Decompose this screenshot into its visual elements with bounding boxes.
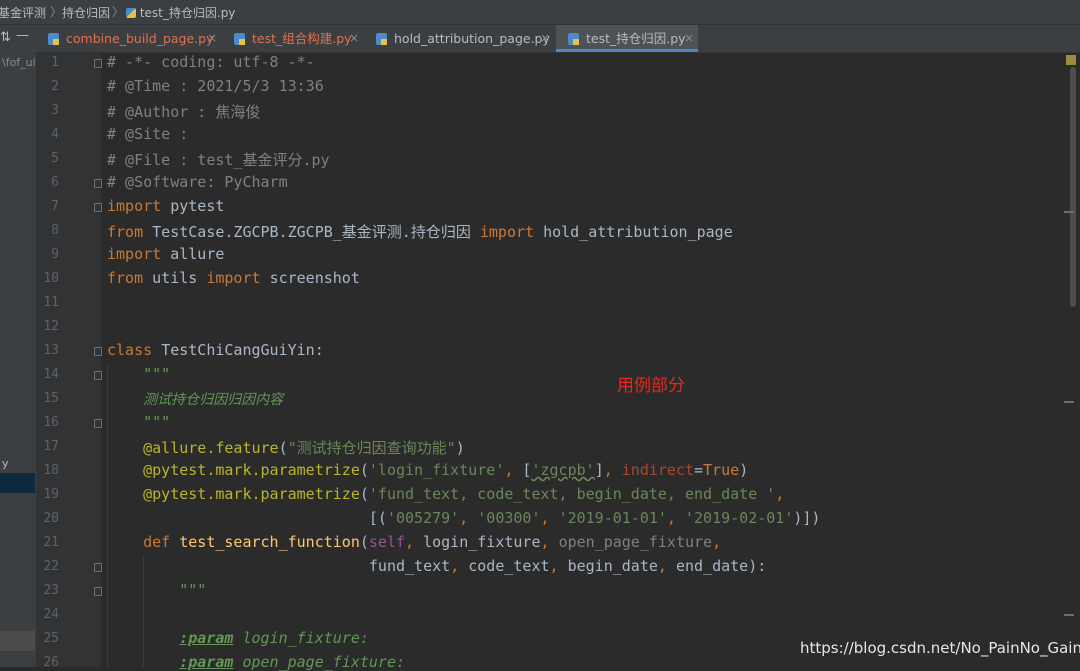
code-line-4: # @Site : — [107, 125, 198, 143]
line-number[interactable]: 17 — [37, 439, 59, 454]
editor-scrollbar[interactable] — [1064, 53, 1080, 667]
inspection-status-icon[interactable] — [1066, 55, 1076, 65]
code-line-18: @pytest.mark.parametrize('login_fixture'… — [143, 461, 749, 479]
code-line-21: def test_search_function(self, login_fix… — [143, 533, 722, 551]
tab-label: test_持仓归因.py — [586, 31, 686, 46]
tab-label: test_组合构建.py — [252, 31, 352, 46]
project-tree-selected-row[interactable] — [0, 473, 35, 493]
tab-combine-build-page[interactable]: combine_build_page.py × — [36, 25, 221, 52]
hide-panel-icon[interactable]: — — [16, 28, 29, 43]
tab-label: combine_build_page.py — [66, 31, 214, 46]
line-number[interactable]: 8 — [37, 223, 59, 238]
line-number[interactable]: 12 — [37, 319, 59, 334]
fold-marker-icon[interactable] — [94, 587, 102, 596]
code-line-1: # -*- coding: utf-8 -*- — [107, 53, 315, 71]
python-file-icon — [376, 33, 387, 45]
close-icon[interactable]: × — [207, 25, 217, 52]
line-number[interactable]: 4 — [37, 127, 59, 142]
line-number[interactable]: 5 — [37, 151, 59, 166]
line-number[interactable]: 14 — [37, 367, 59, 382]
code-line-7: import pytest — [107, 197, 225, 215]
breadcrumb-item-holding[interactable]: 持仓归因 — [62, 4, 110, 21]
code-line-3: # @Author : 焦海俊 — [107, 103, 261, 121]
breadcrumb-separator-icon: 〉 — [50, 5, 63, 19]
scrollbar-thumb[interactable] — [1070, 67, 1076, 307]
project-panel-settings-icon[interactable]: ⇅ — [0, 30, 11, 45]
code-line-13: class TestChiCangGuiYin: — [107, 341, 324, 359]
code-line-16: """ — [143, 413, 171, 431]
fold-marker-icon[interactable] — [94, 371, 102, 380]
scroll-marker[interactable] — [1064, 614, 1074, 616]
line-number[interactable]: 11 — [37, 295, 59, 310]
code-line-26: :param open_page_fixture: — [179, 653, 406, 671]
code-line-25: :param login_fixture: — [179, 629, 369, 647]
line-number[interactable]: 2 — [37, 79, 59, 94]
line-number[interactable]: 20 — [37, 511, 59, 526]
project-tree-highlight-row[interactable] — [0, 631, 35, 651]
line-number[interactable]: 19 — [37, 487, 59, 502]
line-number[interactable]: 6 — [37, 175, 59, 190]
breadcrumb-item-file[interactable]: test_持仓归因.py — [126, 4, 235, 21]
line-number[interactable]: 3 — [37, 103, 59, 118]
line-number[interactable]: 15 — [37, 391, 59, 406]
breadcrumb-file-label: test_持仓归因.py — [139, 6, 236, 20]
code-line-10: from utils import screenshot — [107, 269, 360, 287]
code-line-15: 测试持仓归因归因内容 — [143, 392, 284, 408]
breadcrumb-separator-icon: 〉 — [112, 5, 125, 19]
scroll-marker[interactable] — [1064, 401, 1074, 403]
line-number[interactable]: 21 — [37, 535, 59, 550]
code-line-8: from TestCase.ZGCPB.ZGCPB_基金评测.持仓归因 impo… — [107, 223, 733, 241]
tab-hold-attribution-page[interactable]: hold_attribution_page.py × — [364, 25, 556, 52]
python-file-icon — [234, 33, 245, 45]
close-icon[interactable]: × — [684, 25, 694, 52]
breadcrumb-item-fund-eval[interactable]: 基金评测 — [0, 4, 46, 21]
tab-test-combine-build[interactable]: test_组合构建.py × — [222, 25, 363, 52]
code-line-17: @allure.feature("测试持仓归因查询功能") — [143, 439, 465, 457]
close-icon[interactable]: × — [349, 25, 359, 52]
line-number[interactable]: 23 — [37, 583, 59, 598]
code-line-23: """ — [179, 581, 207, 599]
python-file-icon — [568, 33, 579, 45]
line-number[interactable]: 22 — [37, 559, 59, 574]
close-icon[interactable]: × — [540, 25, 550, 52]
python-file-icon — [126, 8, 136, 18]
code-line-14: """ — [143, 365, 171, 383]
code-line-6: # @Software: PyCharm — [107, 173, 288, 191]
code-line-22: fund_text, code_text, begin_date, end_da… — [368, 557, 767, 575]
code-line-9: import allure — [107, 245, 225, 263]
code-line-19: @pytest.mark.parametrize('fund_text, cod… — [143, 485, 785, 503]
project-root-label[interactable]: \fof_ui — [2, 56, 36, 69]
tab-test-holding-attribution[interactable]: test_持仓归因.py × — [556, 25, 698, 52]
line-number[interactable]: 13 — [37, 343, 59, 358]
editor-gutter — [37, 53, 101, 667]
annotation-text: 用例部分 — [617, 376, 685, 396]
scroll-marker[interactable] — [1064, 211, 1074, 213]
line-number[interactable]: 10 — [37, 271, 59, 286]
editor-tab-bar: combine_build_page.py × test_组合构建.py × h… — [36, 25, 1080, 53]
line-number[interactable]: 7 — [37, 199, 59, 214]
fold-marker-icon[interactable] — [94, 59, 102, 68]
line-number[interactable]: 1 — [37, 55, 59, 70]
fold-marker-icon[interactable] — [94, 347, 102, 356]
line-number[interactable]: 24 — [37, 607, 59, 622]
project-tree-item[interactable]: y — [2, 457, 9, 470]
fold-marker-icon[interactable] — [94, 179, 102, 188]
fold-marker-icon[interactable] — [94, 563, 102, 572]
code-line-2: # @Time : 2021/5/3 13:36 — [107, 77, 324, 95]
breadcrumb-bar: 基金评测 〉 持仓归因 〉 test_持仓归因.py — [0, 0, 1080, 25]
line-number[interactable]: 25 — [37, 631, 59, 646]
code-line-20: [('005279', '00300', '2019-01-01', '2019… — [107, 509, 821, 527]
code-line-5: # @File : test_基金评分.py — [107, 151, 330, 169]
line-number[interactable]: 16 — [37, 415, 59, 430]
watermark-text: https://blog.csdn.net/No_PainNo_Gain — [800, 639, 1080, 657]
line-number[interactable]: 18 — [37, 463, 59, 478]
project-panel: ⇅ — \fof_ui y — [0, 25, 37, 667]
python-file-icon — [48, 33, 59, 45]
line-number[interactable]: 9 — [37, 247, 59, 262]
line-number[interactable]: 26 — [37, 655, 59, 670]
tab-label: hold_attribution_page.py — [394, 31, 550, 46]
fold-marker-icon[interactable] — [94, 203, 102, 212]
fold-marker-icon[interactable] — [94, 419, 102, 428]
